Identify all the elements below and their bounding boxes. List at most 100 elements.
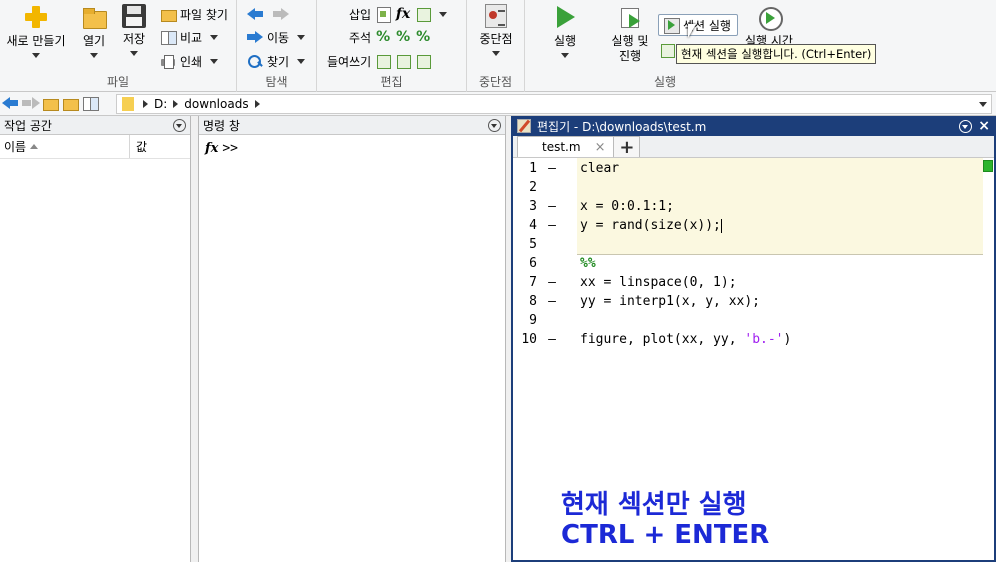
smart-indent-icon[interactable] (375, 53, 392, 69)
goto-button[interactable]: 이동 (247, 27, 306, 47)
editor-title-controls: × (959, 119, 994, 133)
chevron-down-icon (297, 58, 306, 64)
insert-button[interactable]: 삽입 fx (349, 4, 448, 24)
back-button[interactable] (247, 4, 289, 24)
find-files-button[interactable]: 파일 찾기 (160, 4, 228, 24)
close-icon[interactable]: × (978, 119, 990, 133)
path-separator-icon[interactable] (143, 100, 148, 108)
path-drive[interactable]: D: (154, 97, 167, 111)
path-separator-icon[interactable] (173, 100, 179, 108)
insert-label: 삽입 (349, 7, 372, 22)
column-header-name[interactable]: 이름 (0, 135, 130, 158)
section-divider (577, 254, 983, 255)
run-section-tooltip: 현재 섹션을 실행합니다. (Ctrl+Enter) (676, 44, 877, 64)
uncomment-percent-icon[interactable]: % (395, 29, 411, 45)
save-button[interactable]: 저장 (118, 4, 150, 56)
back-arrow-icon[interactable] (2, 95, 20, 113)
folder-icon (81, 4, 107, 30)
code-line[interactable]: 5 (513, 235, 567, 254)
breakpoint-marker[interactable]: – (537, 275, 567, 290)
code-segment: ) (783, 332, 792, 347)
run-group-label: 실행 (653, 75, 677, 89)
column-header-value[interactable]: 값 (130, 138, 147, 155)
code-line[interactable]: 8 – yy = interp1(x, y, xx); (513, 292, 760, 311)
breakpoint-marker[interactable]: – (537, 218, 567, 233)
search-folder-icon[interactable] (82, 95, 100, 113)
editor-tabbar: test.m × + (513, 136, 994, 158)
comment-percent-icon[interactable]: % (375, 29, 391, 45)
forward-arrow-icon[interactable] (273, 6, 289, 22)
function-browser-icon[interactable]: fx (205, 141, 218, 156)
tab-test-m[interactable]: test.m × (517, 136, 615, 157)
command-window-panel[interactable]: 명령 창 fx >> (198, 116, 506, 562)
compare-button[interactable]: 비교 (160, 27, 219, 47)
run-section-icon (663, 17, 680, 34)
code-line[interactable]: 3 – x = 0:0.1:1; (513, 197, 674, 216)
comment-button[interactable]: 주석 % % % (349, 27, 431, 47)
chevron-down-icon (90, 53, 98, 58)
path-folder[interactable]: downloads (184, 97, 248, 111)
open-button[interactable]: 열기 (76, 4, 112, 58)
code-line[interactable]: 10 – figure, plot(xx, yy, 'b.-') (513, 330, 791, 349)
navigate-group: 이동 찾기 탐색 (237, 0, 317, 92)
code-line[interactable]: 6 %% (513, 254, 595, 273)
breakpoint-marker[interactable]: – (537, 161, 567, 176)
wrap-comment-icon[interactable]: % (415, 29, 431, 45)
caption-line-2: CTRL + ENTER (561, 520, 770, 550)
line-text: xx = linspace(0, 1); (580, 275, 737, 290)
code-line[interactable]: 1 – clear (513, 159, 619, 178)
new-tab-button[interactable]: + (614, 136, 641, 158)
indent-button[interactable]: 들여쓰기 (327, 51, 432, 71)
section-marker-text: %% (580, 256, 596, 271)
fx-icon[interactable]: fx (395, 6, 411, 22)
edit-group-label: 편집 (380, 75, 403, 89)
browse-folder-icon[interactable] (62, 95, 80, 113)
run-advance-button[interactable]: 실행 및 진행 (605, 4, 655, 64)
file-group-label: 파일 (106, 75, 130, 89)
chevron-down-icon (561, 53, 569, 58)
path-separator-icon[interactable] (254, 100, 260, 108)
code-line[interactable]: 7 – xx = linspace(0, 1); (513, 273, 736, 292)
decrease-indent-icon[interactable] (415, 53, 432, 69)
chevron-down-icon[interactable] (439, 11, 448, 17)
code-analyzer-indicator[interactable] (983, 160, 993, 172)
breakpoint-marker[interactable]: – (537, 294, 567, 309)
sort-ascending-icon (30, 144, 39, 149)
close-tab-icon[interactable]: × (595, 140, 606, 155)
find-files-icon (160, 6, 177, 22)
open-label: 열기 (82, 34, 106, 48)
line-text: figure, plot(xx, yy, 'b.-') (580, 332, 791, 347)
run-button[interactable]: 실행 (545, 4, 585, 58)
find-files-label: 파일 찾기 (180, 7, 228, 22)
panel-actions-icon[interactable] (959, 119, 973, 133)
panel-actions-icon[interactable] (173, 118, 186, 132)
breakpoints-label: 중단점 (479, 32, 513, 46)
code-line[interactable]: 9 (513, 311, 567, 330)
line-text: clear (580, 161, 620, 176)
up-folder-icon[interactable] (42, 95, 60, 113)
chevron-down-icon (210, 58, 219, 64)
run-section-button[interactable]: 섹션 실행 (658, 14, 738, 36)
breakpoint-marker[interactable]: – (537, 332, 567, 347)
prompt-text: >> (222, 141, 238, 156)
breakpoints-button[interactable]: 중단점 (473, 4, 519, 56)
file-group: 새로 만들기 열기 저장 파일 찾기 비교 인쇄 파일 (0, 0, 237, 92)
insert-cell-icon[interactable] (415, 6, 432, 22)
forward-arrow-icon[interactable] (22, 95, 40, 113)
print-button[interactable]: 인쇄 (160, 51, 219, 71)
chevron-down-icon (32, 53, 40, 58)
code-editor[interactable]: 1 – clear 2 3 – x = 0:0.1:1; 4 – y = ran… (513, 158, 994, 560)
address-path-field[interactable]: D: downloads (116, 94, 992, 114)
command-prompt[interactable]: fx >> (199, 135, 505, 162)
find-button[interactable]: 찾기 (247, 51, 306, 71)
new-button[interactable]: 새로 만들기 (4, 4, 68, 58)
panel-actions-icon[interactable] (488, 118, 501, 132)
breakpoint-marker[interactable]: – (537, 199, 567, 214)
chevron-down-icon (492, 51, 500, 56)
goto-label: 이동 (267, 30, 290, 45)
goto-arrow-icon (247, 29, 263, 45)
code-line[interactable]: 4 – y = rand(size(x)); (513, 216, 722, 235)
code-line[interactable]: 2 (513, 178, 567, 197)
increase-indent-icon[interactable] (395, 53, 412, 69)
chevron-down-icon[interactable] (979, 102, 987, 107)
